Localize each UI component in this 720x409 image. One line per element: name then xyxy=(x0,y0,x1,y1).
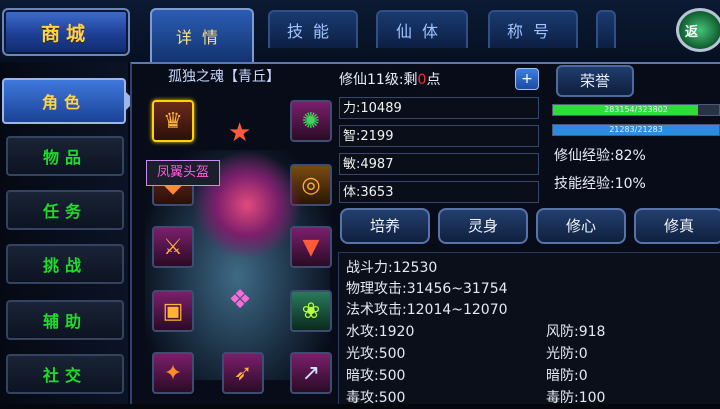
add-points-button[interactable]: + xyxy=(515,68,539,90)
nav-social[interactable]: 社交 xyxy=(6,354,124,394)
cultivation-exp: 修仙经验:82% xyxy=(554,148,646,164)
light-attack: 光攻:500 xyxy=(346,346,406,362)
combat-power: 战斗力:12530 xyxy=(346,260,438,276)
tab-skills[interactable]: 技能 xyxy=(268,10,358,48)
magic-attack: 法术攻击:12014~12070 xyxy=(346,302,508,318)
poison-defense: 毒防:100 xyxy=(546,390,606,406)
mp-bar: 21283/21283 xyxy=(552,124,720,136)
mp-bar-text: 21283/21283 xyxy=(609,125,663,134)
bow-icon[interactable]: ➶ xyxy=(222,352,264,394)
spear-icon[interactable]: ↗ xyxy=(290,352,332,394)
weapon-icon[interactable]: ⚔ xyxy=(152,226,194,268)
boots-icon[interactable]: ✦ xyxy=(152,352,194,394)
honor-button[interactable]: 荣誉 xyxy=(556,65,634,97)
tab-partial[interactable] xyxy=(596,10,616,48)
nav-assist[interactable]: 辅助 xyxy=(6,300,124,340)
hp-bar: 283154/323802 xyxy=(552,104,720,116)
nav-character[interactable]: 角色 xyxy=(2,78,126,124)
hp-bar-text: 283154/323802 xyxy=(604,105,668,114)
stat-intelligence: 智:2199 xyxy=(339,125,539,147)
nav-challenge[interactable]: 挑战 xyxy=(6,244,124,284)
tab-details[interactable]: 详情 xyxy=(150,8,254,62)
nav-tasks[interactable]: 任务 xyxy=(6,190,124,230)
shop-button[interactable]: 商城 xyxy=(2,8,130,56)
return-button[interactable]: 返 xyxy=(676,8,720,52)
level-suffix: 点 xyxy=(426,72,441,88)
belt-icon[interactable]: ❀ xyxy=(290,290,332,332)
stat-strength: 力:10489 xyxy=(339,97,539,119)
item-tooltip: 凤翼头盔 xyxy=(146,160,220,186)
helmet-icon[interactable]: ♛ xyxy=(152,100,194,142)
character-name: 孤独之魂【青丘】 xyxy=(168,69,280,85)
physical-attack: 物理攻击:31456~31754 xyxy=(346,281,508,297)
water-attack: 水攻:1920 xyxy=(346,324,415,340)
light-defense: 光防:0 xyxy=(546,346,588,362)
tab-titles[interactable]: 称号 xyxy=(488,10,578,48)
nav-items[interactable]: 物品 xyxy=(6,136,124,176)
cape-icon[interactable]: ▼ xyxy=(290,226,332,268)
armor-icon[interactable]: ▣ xyxy=(152,290,194,332)
stat-constitution: 体:3653 xyxy=(339,181,539,203)
train-button[interactable]: 培养 xyxy=(340,208,430,244)
spirit-body-button[interactable]: 灵身 xyxy=(438,208,528,244)
wind-defense: 风防:918 xyxy=(546,324,606,340)
skill-exp: 技能经验:10% xyxy=(554,176,646,192)
dark-attack: 暗攻:500 xyxy=(346,368,406,384)
star-icon: ★ xyxy=(228,118,252,148)
dark-defense: 暗防:0 xyxy=(546,368,588,384)
tab-immortal-body[interactable]: 仙体 xyxy=(376,10,468,48)
amulet-icon[interactable]: ✺ xyxy=(290,100,332,142)
cultivate-truth-button[interactable]: 修真 xyxy=(634,208,720,244)
level-prefix: 修仙11级:剩 xyxy=(339,72,418,88)
stat-agility: 敏:4987 xyxy=(339,153,539,175)
cultivate-mind-button[interactable]: 修心 xyxy=(536,208,626,244)
poison-attack: 毒攻:500 xyxy=(346,390,406,406)
wing-icon[interactable]: ❖ xyxy=(220,285,260,325)
level-text: 修仙11级:剩0点 xyxy=(339,70,440,90)
